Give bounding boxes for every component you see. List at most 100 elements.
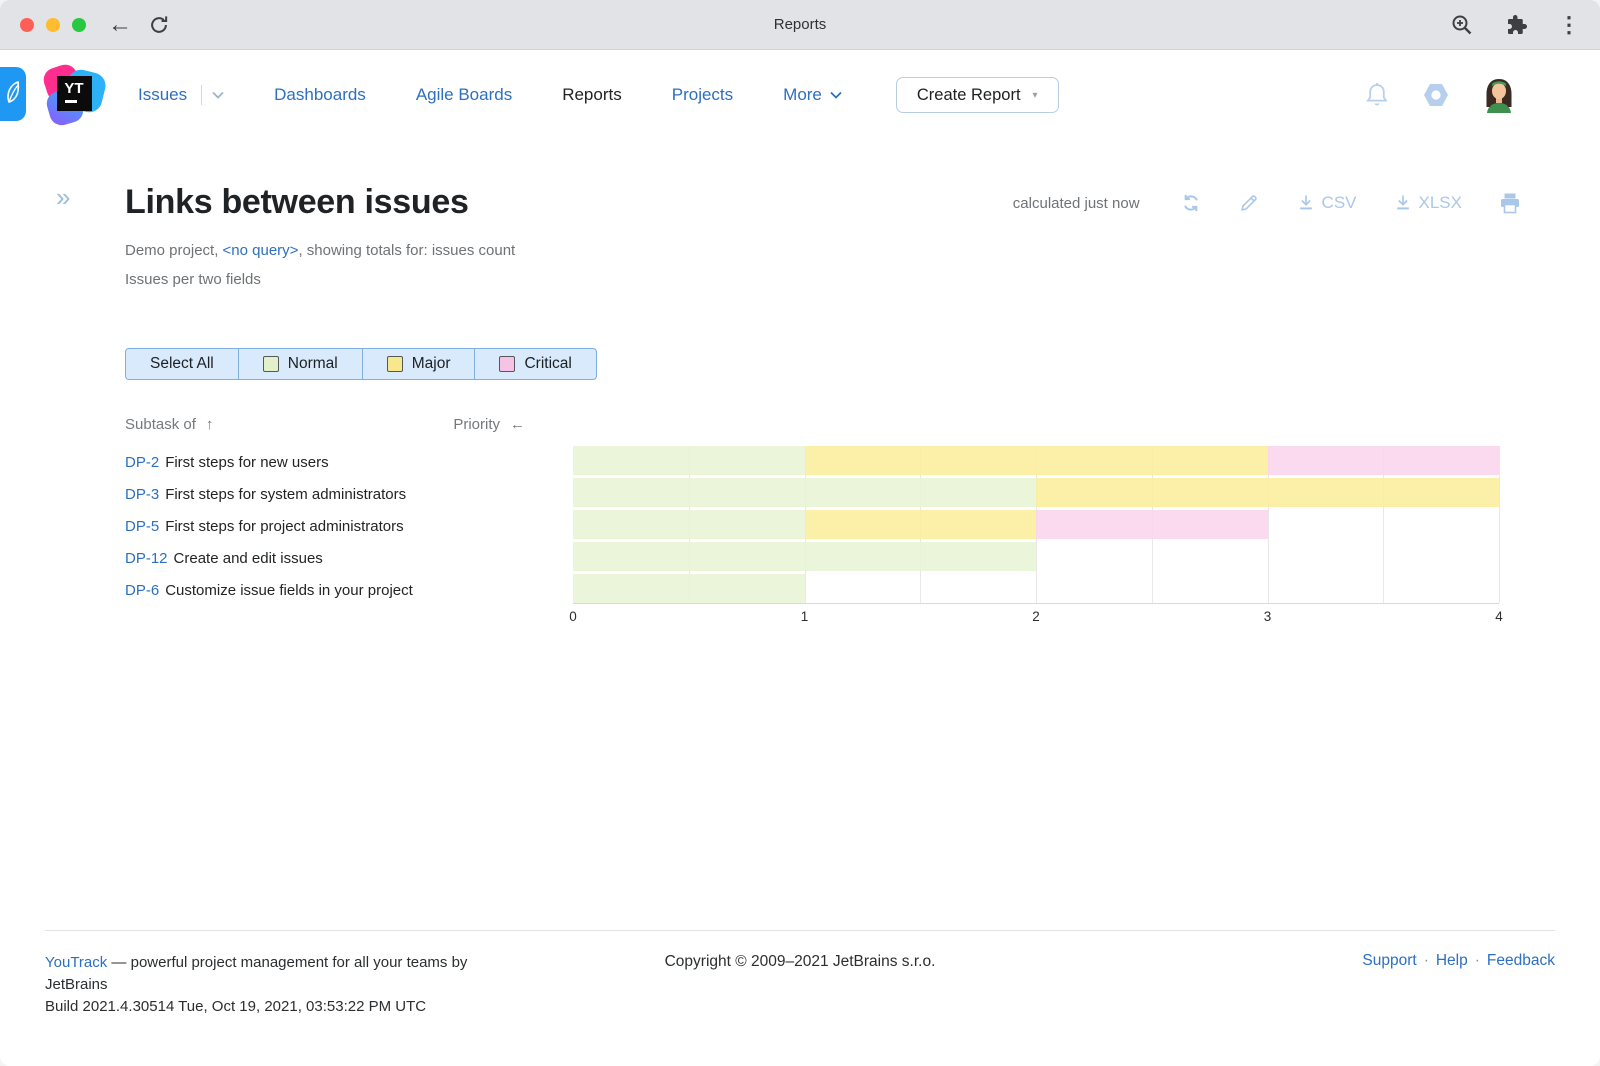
nav-item-dashboards[interactable]: Dashboards	[274, 85, 366, 105]
help-link[interactable]: Help	[1436, 952, 1468, 970]
feedback-link[interactable]: Feedback	[1487, 952, 1555, 970]
create-report-button[interactable]: Create Report ▾	[895, 77, 1059, 113]
columns-field-label: Priority	[453, 416, 500, 433]
issue-title: First steps for system administrators	[165, 485, 407, 503]
bar-segment-major[interactable]	[804, 510, 1036, 539]
zoom-page-button[interactable]	[1450, 13, 1474, 37]
bar-segment-critical[interactable]	[1267, 446, 1499, 475]
print-button[interactable]	[1498, 192, 1522, 214]
reload-icon	[148, 14, 170, 36]
subtitle-totals: , showing totals for: issues count	[298, 242, 516, 259]
nav-item-projects[interactable]: Projects	[672, 85, 733, 105]
issue-row: DP-5 First steps for project administrato…	[125, 510, 573, 542]
chart-plot	[573, 446, 1500, 603]
chart-bar-row	[573, 478, 1499, 507]
major-color-swatch	[386, 356, 403, 372]
nav-item-more[interactable]: More	[783, 85, 842, 105]
issue-row: DP-12 Create and edit issues	[125, 542, 573, 574]
magnifier-plus-icon	[1450, 13, 1474, 37]
filter-select-all[interactable]: Select All	[126, 349, 239, 379]
chevron-down-icon	[830, 91, 842, 99]
priority-filter-bar: Select All Normal Major Critical	[125, 348, 597, 380]
footer-links: Support · Help · Feedback	[1362, 952, 1555, 970]
youtrack-logo[interactable]: YT	[42, 63, 106, 127]
nav-item-label: More	[783, 85, 822, 104]
chevron-down-icon[interactable]	[212, 91, 224, 99]
x-axis: 0 1 2 3 4	[569, 603, 1503, 627]
nav-item-agile-boards[interactable]: Agile Boards	[416, 85, 512, 105]
user-avatar[interactable]	[1482, 77, 1516, 113]
youtrack-link[interactable]: YouTrack	[45, 954, 107, 971]
browser-tab-title: Reports	[773, 16, 827, 33]
zoom-window-button[interactable]	[72, 17, 86, 32]
report-page: » Links between issues calculated just n…	[0, 140, 1600, 930]
issue-id-link[interactable]: DP-3	[125, 486, 159, 503]
extensions-button[interactable]	[1504, 13, 1528, 37]
no-query-link[interactable]: <no query>	[223, 242, 299, 259]
bar-segment-major[interactable]	[1036, 478, 1499, 507]
dot-separator: ·	[1423, 952, 1429, 969]
issue-id-link[interactable]: DP-6	[125, 582, 159, 599]
bar-segment-critical[interactable]	[1036, 510, 1268, 539]
xlsx-label: XLSX	[1418, 193, 1462, 212]
bar-segment-normal[interactable]	[573, 574, 805, 603]
issue-title: Customize issue fields in your project	[165, 581, 413, 599]
issue-title: Create and edit issues	[173, 549, 323, 567]
issue-id-link[interactable]: DP-12	[125, 550, 168, 567]
browser-chrome: ← Reports ⋮	[0, 0, 1600, 50]
chart-bar-row	[573, 574, 1499, 603]
browser-menu-button[interactable]: ⋮	[1558, 12, 1580, 38]
bar-segment-normal[interactable]	[573, 510, 805, 539]
export-csv-button[interactable]: CSV	[1296, 193, 1357, 213]
close-window-button[interactable]	[20, 17, 34, 32]
main-nav: Issues Dashboards Agile Boards Reports P…	[138, 85, 842, 105]
normal-color-swatch	[262, 356, 279, 372]
nav-divider	[201, 85, 203, 105]
recalculate-button[interactable]	[1180, 192, 1202, 214]
page-footer: YouTrack — powerful project management f…	[45, 930, 1555, 1066]
edit-report-button[interactable]	[1238, 192, 1260, 214]
bar-segment-normal[interactable]	[573, 478, 1036, 507]
export-xlsx-button[interactable]: XLSX	[1393, 193, 1462, 213]
settings-button[interactable]	[1422, 82, 1450, 108]
window-controls	[20, 17, 86, 32]
issue-title: First steps for new users	[165, 453, 329, 471]
issue-id-link[interactable]: DP-5	[125, 518, 159, 535]
hexagon-nut-icon	[1422, 82, 1450, 108]
filter-major[interactable]: Major	[363, 349, 476, 379]
bar-segment-normal[interactable]	[573, 542, 1036, 571]
companion-app-tile[interactable]	[0, 67, 26, 121]
avatar-image	[1482, 77, 1516, 113]
issue-row: DP-6 Customize issue fields in your proje…	[125, 574, 573, 606]
nav-item-reports[interactable]: Reports	[562, 85, 622, 105]
build-info: Build 2021.4.30514 Tue, Oct 19, 2021, 03…	[45, 998, 427, 1015]
app-header: YT Issues Dashboards Agile Boards Report…	[0, 50, 1600, 140]
calculated-status: calculated just now	[1012, 194, 1140, 212]
create-report-label: Create Report	[916, 85, 1021, 104]
nav-item-issues[interactable]: Issues	[138, 85, 224, 105]
bar-segment-major[interactable]	[804, 446, 1268, 475]
sort-by-priority-button[interactable]: Priority ←	[453, 416, 525, 433]
issue-id-link[interactable]: DP-2	[125, 454, 159, 471]
issue-row: DP-2 First steps for new users	[125, 446, 573, 478]
copyright: Copyright © 2009–2021 JetBrains s.r.o.	[664, 953, 936, 970]
dropdown-caret-icon: ▾	[1032, 89, 1038, 101]
filter-critical[interactable]: Critical	[475, 349, 595, 379]
footer-about: YouTrack — powerful project management f…	[45, 952, 525, 1018]
support-link[interactable]: Support	[1362, 952, 1416, 970]
filter-label: Critical	[524, 355, 572, 372]
browser-back-button[interactable]: ←	[108, 12, 132, 37]
notifications-button[interactable]	[1364, 81, 1390, 109]
minimize-window-button[interactable]	[46, 17, 60, 32]
browser-reload-button[interactable]	[148, 14, 170, 36]
stacked-bar-chart: 0 1 2 3 4	[569, 446, 1503, 627]
sort-by-subtask-button[interactable]: Subtask of ↑	[125, 416, 213, 433]
axis-field-headers: Subtask of ↑ Priority ←	[125, 416, 573, 433]
filter-label: Normal	[287, 355, 338, 372]
report-toolbar: calculated just now CSV XLSX	[1013, 192, 1522, 214]
bell-icon	[1364, 81, 1390, 109]
filter-normal[interactable]: Normal	[239, 349, 363, 379]
bar-segment-normal[interactable]	[573, 446, 805, 475]
expand-sidebar-icon[interactable]: »	[56, 184, 70, 210]
filter-label: Major	[411, 355, 451, 372]
